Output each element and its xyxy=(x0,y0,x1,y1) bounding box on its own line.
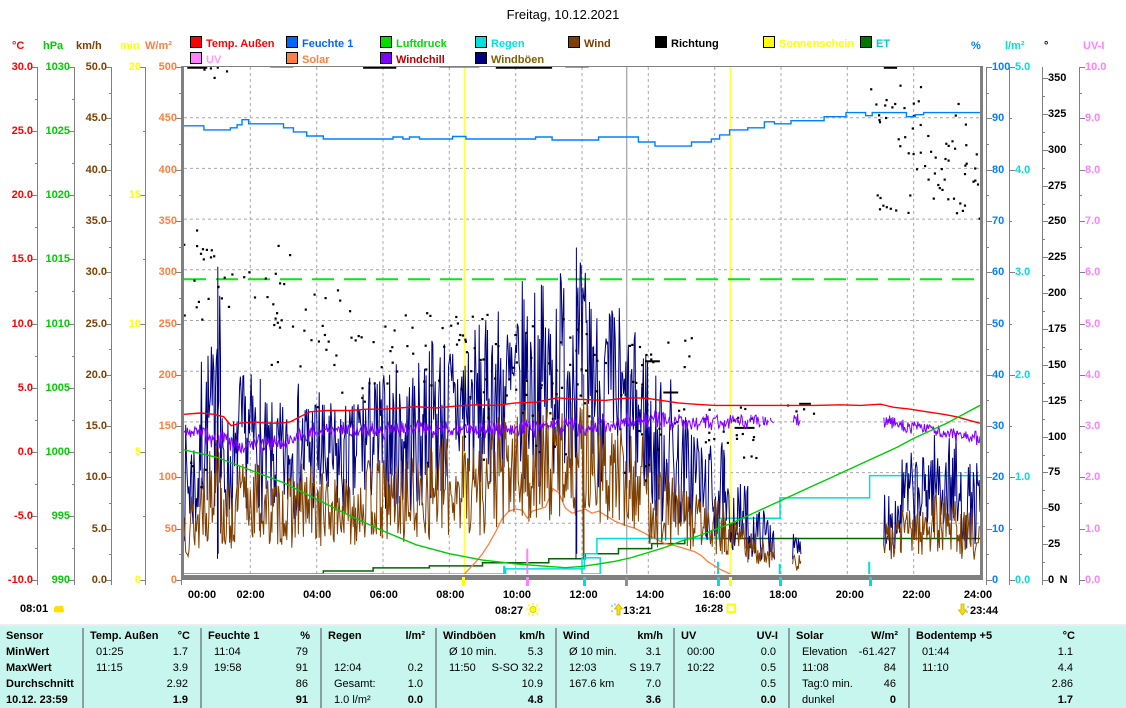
sunset-square-icon xyxy=(726,603,737,614)
axis-event-mark xyxy=(729,577,732,586)
x-tick-label: 12:00 xyxy=(564,589,604,601)
table-divider xyxy=(320,628,322,708)
table-row-label: MaxWert xyxy=(6,662,52,676)
table-cell-value: 4.8 xyxy=(455,694,543,708)
table-cell-value: 0.0 xyxy=(688,646,776,660)
table-col-header: Wind xyxy=(563,630,590,644)
axis-event-mark xyxy=(625,577,628,586)
x-tick-label: 08:00 xyxy=(430,589,470,601)
moonset-icon xyxy=(957,603,970,616)
table-cell-value: 91 xyxy=(220,662,308,676)
table-cell-value: 0.5 xyxy=(688,662,776,676)
table-col-header: Solar xyxy=(796,630,824,644)
x-tick-label: 18:00 xyxy=(763,589,803,601)
table-cell-time: 11:10 xyxy=(922,662,949,676)
x-tick-label: 02:00 xyxy=(231,589,271,601)
table-col-unit: °C xyxy=(1015,630,1075,644)
table-divider xyxy=(555,628,557,708)
table-col-header: Regen xyxy=(328,630,362,644)
moonset-time: 23:44 xyxy=(957,603,998,616)
table-cell-value: 46 xyxy=(808,678,896,692)
table-divider xyxy=(435,628,437,708)
sun-icon xyxy=(526,603,540,616)
x-tick-label: 04:00 xyxy=(297,589,337,601)
table-row-label: MinWert xyxy=(6,646,49,660)
table-divider xyxy=(788,628,790,708)
table-cell-value: 3.9 xyxy=(100,662,188,676)
dawn-time: 08:01 xyxy=(20,603,66,616)
axis-event-mark xyxy=(583,577,586,586)
table-cell-value: 10.9 xyxy=(455,678,543,692)
table-cell-value: 79 xyxy=(220,646,308,660)
moonrise-icon xyxy=(610,603,623,616)
table-cell-value: 1.7 xyxy=(985,694,1073,708)
x-tick-label: 14:00 xyxy=(630,589,670,601)
table-col-header: UV xyxy=(681,630,696,644)
table-cell-value: 86 xyxy=(220,678,308,692)
table-cell-value: 0 xyxy=(808,694,896,708)
table-cell-value: 0.0 xyxy=(688,694,776,708)
stats-table: Sensor MinWert MaxWert Durchschnitt 10.12. 2… xyxy=(0,624,1126,708)
table-cell-value: 2.86 xyxy=(985,678,1073,692)
x-tick-label: 00:00 xyxy=(182,589,222,601)
table-cell-value: 1.7 xyxy=(100,646,188,660)
table-cell-value: 2.92 xyxy=(100,678,188,692)
table-cell-value: 0.2 xyxy=(335,662,423,676)
dawn-sun-icon xyxy=(51,603,66,614)
table-cell-value: 1.0 xyxy=(335,678,423,692)
x-tick-label: 22:00 xyxy=(896,589,936,601)
table-col-unit: l/m² xyxy=(365,630,425,644)
x-tick-label: 24:00 xyxy=(958,589,998,601)
table-cell-value: 3.6 xyxy=(573,694,661,708)
x-tick-label: 16:00 xyxy=(697,589,737,601)
table-cell-value: 0.5 xyxy=(688,678,776,692)
sunset-time: 16:28 xyxy=(695,603,737,616)
x-axis-labels: 00:00 02:00 04:00 06:00 08:00 10:00 12:00 14:00… xyxy=(0,0,1126,708)
table-row-label: Sensor xyxy=(6,630,43,644)
table-divider xyxy=(200,628,202,708)
table-divider xyxy=(908,628,910,708)
x-tick-label: 10:00 xyxy=(497,589,537,601)
x-tick-label: 20:00 xyxy=(830,589,870,601)
table-cell-value: 7.0 xyxy=(573,678,661,692)
table-row-label: 10.12. 23:59 xyxy=(6,694,68,708)
table-col-unit: % xyxy=(250,630,310,644)
table-col-unit: km/h xyxy=(485,630,545,644)
table-cell-value: 1.1 xyxy=(985,646,1073,660)
axis-event-mark xyxy=(779,577,782,586)
table-cell-value: 1.9 xyxy=(100,694,188,708)
table-col-unit: °C xyxy=(130,630,190,644)
table-col-header: Bodentemp +5 xyxy=(916,630,992,644)
table-cell-value: 0.0 xyxy=(335,694,423,708)
table-cell-value: 5.3 xyxy=(455,646,543,660)
axis-event-mark xyxy=(526,577,529,586)
table-col-unit: UV-I xyxy=(718,630,778,644)
table-cell-value: 4.4 xyxy=(985,662,1073,676)
weather-app-window: { "title": "Freitag, 10.12.2021", "color… xyxy=(0,0,1126,708)
table-cell-value: 84 xyxy=(808,662,896,676)
table-cell-value: 91 xyxy=(220,694,308,708)
axis-event-mark xyxy=(462,577,465,586)
table-divider xyxy=(673,628,675,708)
table-cell-time: 01:44 xyxy=(922,646,950,660)
table-divider xyxy=(82,628,84,708)
table-cell-value: S-SO 32.2 xyxy=(455,662,543,676)
table-cell-value: -61.427 xyxy=(808,646,896,660)
table-col-unit: km/h xyxy=(603,630,663,644)
moonrise-time: 13:21 xyxy=(610,603,651,616)
axis-event-mark xyxy=(869,577,872,586)
table-col-unit: W/m² xyxy=(838,630,898,644)
sunrise-time: 08:27 xyxy=(495,603,540,616)
table-cell-value: 3.1 xyxy=(573,646,661,660)
table-row-label: Durchschnitt xyxy=(6,678,74,692)
table-cell-value: S 19.7 xyxy=(573,662,661,676)
axis-event-mark xyxy=(717,577,720,586)
x-tick-label: 06:00 xyxy=(364,589,404,601)
